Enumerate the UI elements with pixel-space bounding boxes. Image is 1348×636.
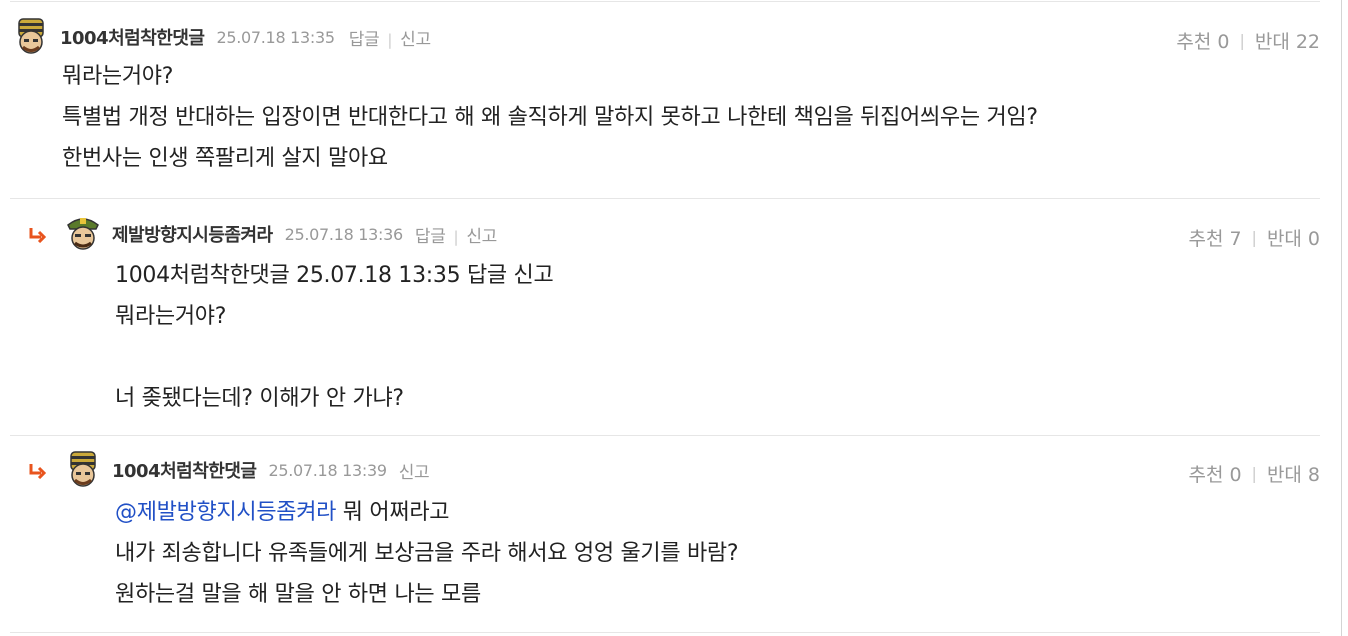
separator: | <box>1251 228 1257 247</box>
upvote-button[interactable]: 추천 0 <box>1188 460 1241 487</box>
downvote-button[interactable]: 반대 8 <box>1267 460 1320 487</box>
upvote-button[interactable]: 추천 0 <box>1176 27 1229 54</box>
divider <box>10 198 1320 199</box>
comment-line: 특별법 개정 반대하는 입장이면 반대한다고 해 왜 솔직하게 말하지 못하고 … <box>62 105 1038 130</box>
comment-line: 뭐라는거야? <box>62 64 174 89</box>
comment-line: 너 좆됐다는데? 이해가 안 가냐? <box>115 386 404 411</box>
separator: | <box>453 227 459 246</box>
comment-line: 뭐라는거야? <box>115 304 227 329</box>
comment-line <box>115 337 553 378</box>
upvote-label: 추천 <box>1188 228 1224 250</box>
upvote-button[interactable]: 추천 7 <box>1188 224 1241 251</box>
downvote-count: 8 <box>1307 464 1320 486</box>
avatar-icon[interactable] <box>64 215 102 253</box>
downvote-count: 0 <box>1307 228 1320 250</box>
scrollbar-track <box>1341 0 1342 636</box>
comment-header: 1004처럼착한댓글 25.07.18 13:35 답글 | 신고 <box>12 17 431 57</box>
comment-body: 1004처럼착한댓글 25.07.18 13:35 답글 신고 뭐라는거야? 너… <box>115 255 554 419</box>
comment-body: 뭐라는거야? 특별법 개정 반대하는 입장이면 반대한다고 해 왜 솔직하게 말… <box>62 56 1038 179</box>
separator: | <box>1251 464 1257 483</box>
downvote-button[interactable]: 반대 22 <box>1255 27 1320 54</box>
comment-author[interactable]: 1004처럼착한댓글 <box>60 24 205 50</box>
avatar-icon[interactable] <box>64 451 102 489</box>
vote-panel: 추천 0 | 반대 8 <box>1188 460 1320 487</box>
upvote-label: 추천 <box>1176 31 1212 53</box>
comment-line: @제발방향지시등좀켜라 뭐 어쩌라고 <box>115 492 738 533</box>
comment-author[interactable]: 1004처럼착한댓글 <box>112 457 257 483</box>
separator: | <box>387 30 393 49</box>
comment-header: 제발방향지시등좀켜라 25.07.18 13:36 답글 | 신고 <box>64 214 497 254</box>
comment-date: 25.07.18 13:35 <box>216 27 335 47</box>
comment-author[interactable]: 제발방향지시등좀켜라 <box>112 221 273 247</box>
comment-line: 내가 죄송합니다 유족들에게 보상금을 주라 해서요 엉엉 울기를 바람? <box>115 541 739 566</box>
user-mention-link[interactable]: @제발방향지시등좀켜라 <box>115 500 336 525</box>
separator: | <box>1239 31 1245 50</box>
vote-panel: 추천 0 | 반대 22 <box>1176 27 1320 54</box>
reply-arrow-icon <box>29 464 46 479</box>
comment-line: 원하는걸 말을 해 말을 안 하면 나는 모름 <box>115 582 481 607</box>
comment-text: 뭐 어쩌라고 <box>336 500 450 525</box>
divider <box>10 1 1320 2</box>
report-button[interactable]: 신고 <box>466 227 497 247</box>
avatar-icon[interactable] <box>12 18 50 56</box>
upvote-count: 0 <box>1229 464 1242 486</box>
comment-date: 25.07.18 13:36 <box>284 224 404 244</box>
comment-line: 한번사는 인생 쪽팔리게 살지 말아요 <box>62 146 388 171</box>
downvote-label: 반대 <box>1266 228 1302 250</box>
comment-body: @제발방향지시등좀켜라 뭐 어쩌라고 내가 죄송합니다 유족들에게 보상금을 주… <box>115 492 739 615</box>
report-button[interactable]: 신고 <box>400 30 431 50</box>
downvote-label: 반대 <box>1254 31 1290 53</box>
divider <box>10 632 1320 633</box>
divider <box>10 435 1320 436</box>
downvote-label: 반대 <box>1266 464 1302 486</box>
comment-date: 25.07.18 13:39 <box>268 460 387 480</box>
upvote-count: 0 <box>1217 31 1230 53</box>
reply-button[interactable]: 답글 <box>415 227 446 247</box>
comment-header: 1004처럼착한댓글 25.07.18 13:39 신고 <box>64 450 430 490</box>
upvote-label: 추천 <box>1188 464 1224 486</box>
upvote-count: 7 <box>1229 228 1242 250</box>
comment-line: 1004처럼착한댓글 25.07.18 13:35 답글 신고 <box>115 263 554 288</box>
downvote-count: 22 <box>1295 31 1320 53</box>
vote-panel: 추천 7 | 반대 0 <box>1188 224 1320 251</box>
downvote-button[interactable]: 반대 0 <box>1267 224 1320 251</box>
reply-arrow-icon <box>29 228 46 243</box>
reply-button[interactable]: 답글 <box>349 30 380 50</box>
report-button[interactable]: 신고 <box>399 463 430 483</box>
